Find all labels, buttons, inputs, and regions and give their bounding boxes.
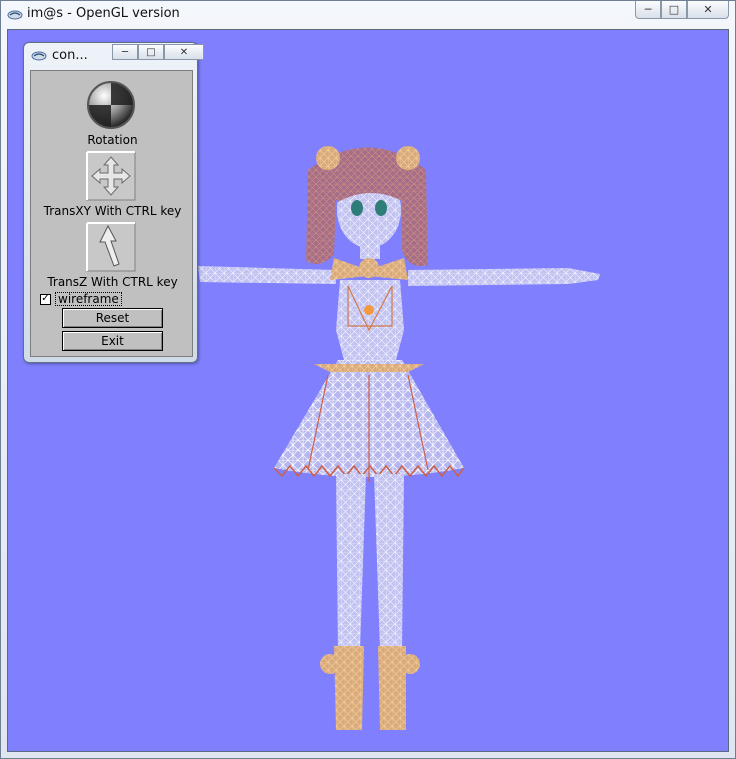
right-arm	[408, 268, 600, 286]
left-leg	[336, 474, 366, 650]
wireframe-checkbox-row[interactable]: ✓ wireframe	[40, 292, 122, 306]
left-arm	[198, 266, 336, 284]
app-icon	[7, 10, 23, 20]
right-leg	[374, 474, 404, 650]
hair-bun-left	[316, 146, 340, 170]
panel-minimize-button[interactable]: ─	[112, 44, 138, 60]
panel-maximize-button[interactable]: □	[138, 44, 164, 60]
rotation-label: Rotation	[87, 133, 138, 147]
wireframe-checkbox[interactable]: ✓	[40, 293, 51, 305]
rotation-trackball-icon[interactable]	[86, 80, 136, 130]
panel-app-icon	[31, 51, 47, 61]
minimize-button[interactable]: ─	[635, 1, 661, 19]
control-panel: con... ─ □ ✕ Rotation TransXY With CTRL …	[23, 42, 204, 363]
window-controls: ─ □ ✕	[635, 1, 729, 19]
skirt-band	[314, 364, 424, 372]
wireframe-label: wireframe	[55, 292, 122, 306]
ribbon-brooch	[359, 258, 379, 278]
transxy-move-icon[interactable]	[86, 151, 136, 201]
title-bar[interactable]: im@s - OpenGL version ─ □ ✕	[1, 1, 735, 29]
transz-arrow-icon[interactable]	[86, 222, 136, 272]
maximize-button[interactable]: □	[661, 1, 687, 19]
hair-bun-right	[396, 146, 420, 170]
transxy-label: TransXY With CTRL key	[43, 204, 182, 218]
torso	[336, 280, 404, 360]
panel-body: Rotation TransXY With CTRL key TransZ Wi…	[30, 70, 193, 357]
exit-button[interactable]: Exit	[62, 331, 163, 351]
window-title: im@s - OpenGL version	[27, 6, 180, 21]
right-eye	[375, 200, 387, 216]
panel-title: con...	[52, 48, 88, 63]
left-boot	[334, 646, 364, 730]
reset-button[interactable]: Reset	[62, 308, 163, 328]
panel-close-button[interactable]: ✕	[164, 44, 204, 60]
app-window: im@s - OpenGL version ─ □ ✕ con... ─ □ ✕…	[0, 0, 736, 759]
close-button[interactable]: ✕	[687, 1, 729, 19]
transz-label: TransZ With CTRL key	[47, 275, 178, 289]
panel-window-controls: ─ □ ✕	[112, 44, 204, 60]
neck	[360, 245, 380, 259]
left-eye	[351, 200, 363, 216]
